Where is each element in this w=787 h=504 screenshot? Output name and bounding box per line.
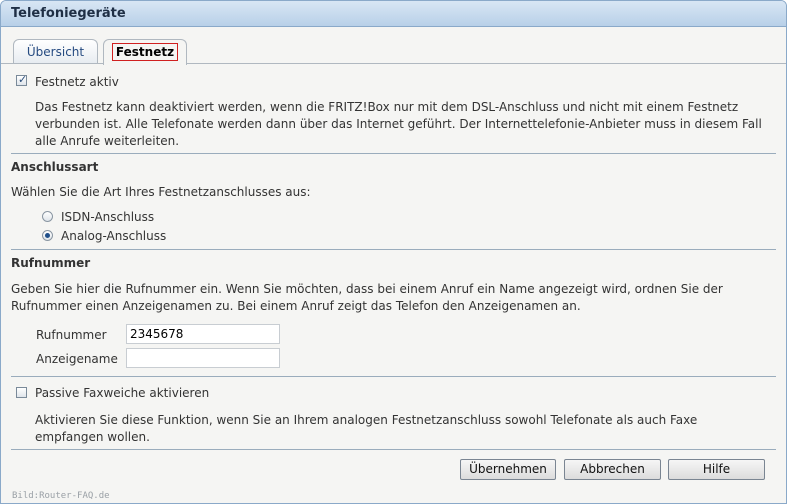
help-button[interactable]: Hilfe	[668, 459, 765, 480]
tab-uebersicht-label: Übersicht	[26, 45, 85, 59]
tab-festnetz-label: Festnetz	[111, 43, 179, 61]
analog-radio[interactable]	[42, 230, 53, 241]
isdn-label: ISDN-Anschluss	[61, 210, 155, 224]
separator	[11, 153, 776, 154]
anzeigename-field-label: Anzeigename	[36, 352, 118, 366]
isdn-radio[interactable]	[42, 211, 53, 222]
radio-selected-dot	[45, 233, 50, 238]
rufnummer-description: Geben Sie hier die Rufnummer ein. Wenn S…	[11, 282, 723, 313]
festnetz-aktiv-checkbox[interactable]: ✓	[16, 73, 28, 86]
checkmark-icon: ✓	[18, 73, 28, 86]
separator	[11, 249, 776, 250]
festnetz-aktiv-label: Festnetz aktiv	[35, 75, 119, 89]
anschlussart-heading: Anschlussart	[11, 160, 99, 174]
tab-festnetz[interactable]: Festnetz	[103, 39, 187, 65]
rufnummer-input[interactable]	[126, 324, 280, 344]
faxweiche-description: Aktivieren Sie diese Funktion, wenn Sie …	[35, 413, 698, 444]
faxweiche-label: Passive Faxweiche aktivieren	[35, 386, 210, 400]
anzeigename-input[interactable]	[126, 348, 280, 368]
apply-button[interactable]: Übernehmen	[460, 459, 556, 480]
separator	[11, 376, 776, 377]
watermark: Bild:Router-FAQ.de	[12, 491, 110, 501]
tab-uebersicht[interactable]: Übersicht	[13, 39, 98, 64]
separator	[11, 449, 776, 450]
festnetz-description: Das Festnetz kann deaktiviert werden, we…	[35, 100, 762, 148]
anschlussart-prompt: Wählen Sie die Art Ihres Festnetzanschlu…	[11, 185, 311, 199]
analog-label: Analog-Anschluss	[61, 229, 167, 243]
faxweiche-checkbox[interactable]	[16, 387, 27, 398]
cancel-button[interactable]: Abbrechen	[564, 459, 661, 480]
window-title: Telefoniegeräte	[1, 1, 786, 27]
dialog-window: Telefoniegeräte Übersicht Festnetz ✓ Fes…	[0, 0, 787, 504]
rufnummer-field-label: Rufnummer	[36, 328, 107, 342]
rufnummer-heading: Rufnummer	[11, 256, 91, 270]
